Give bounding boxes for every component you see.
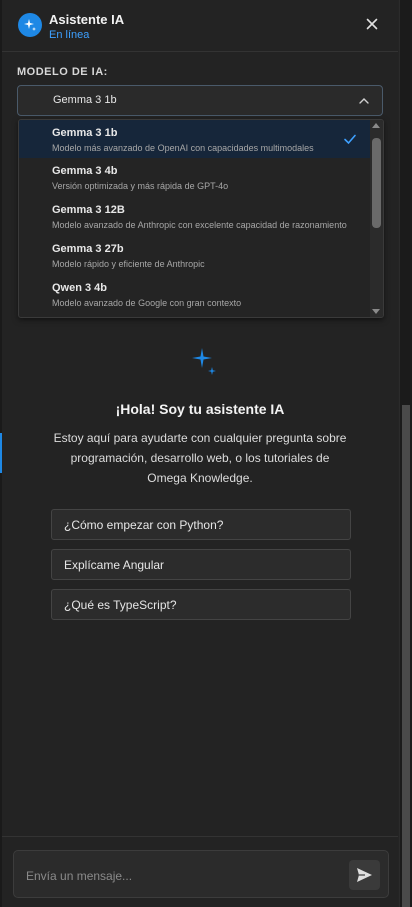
model-option-description: Modelo rápido y eficiente de Anthropic (52, 259, 205, 269)
online-status: En línea (49, 29, 90, 41)
assistant-avatar (18, 13, 42, 37)
sparkle-icon (192, 348, 216, 375)
message-input[interactable] (24, 865, 338, 887)
dropdown-scroll-thumb[interactable] (372, 138, 381, 228)
suggestion-chip[interactable]: ¿Cómo empezar con Python? (51, 509, 351, 540)
dropdown-scrollbar[interactable] (370, 120, 383, 317)
model-option[interactable]: Gemma 3 1b Modelo más avanzado de OpenAI… (19, 120, 371, 158)
suggestion-label: ¿Qué es TypeScript? (64, 598, 177, 612)
chat-panel: Asistente IA En línea MODELO DE IA: Gemm… (2, 0, 398, 907)
model-dropdown: Gemma 3 1b Modelo más avanzado de OpenAI… (18, 119, 384, 318)
message-composer (13, 850, 389, 898)
assistant-title: Asistente IA (49, 12, 125, 27)
model-option-description: Modelo avanzado de Anthropic con excelen… (52, 220, 347, 230)
send-icon (357, 868, 372, 882)
model-select-value: Gemma 3 1b (53, 94, 117, 106)
composer-area (2, 836, 398, 907)
sparkle-icon (24, 19, 36, 31)
model-option-name: Gemma 3 27b (52, 243, 124, 255)
page-scroll-thumb[interactable] (402, 405, 410, 907)
model-option-name: Qwen 3 4b (52, 282, 108, 294)
model-select[interactable]: Gemma 3 1b (17, 85, 383, 116)
suggestion-label: ¿Cómo empezar con Python? (64, 518, 224, 532)
welcome-title: ¡Hola! Soy tu asistente IA (115, 401, 285, 417)
suggestion-chip[interactable]: Explícame Angular (51, 549, 351, 580)
chevron-up-icon (359, 98, 369, 104)
close-button[interactable] (364, 16, 380, 32)
model-label: MODELO DE IA: (17, 66, 108, 78)
suggestion-label: Explícame Angular (64, 558, 165, 572)
scroll-up-arrow-icon[interactable] (372, 123, 380, 128)
model-option-description: Versión optimizada y más rápida de GPT-4… (52, 181, 229, 191)
model-option-name: Gemma 3 1b (52, 127, 118, 139)
send-button[interactable] (349, 860, 380, 890)
model-option[interactable]: Gemma 3 4b Versión optimizada y más rápi… (19, 158, 371, 196)
app-frame: Asistente IA En línea MODELO DE IA: Gemm… (0, 0, 412, 907)
close-icon (366, 18, 378, 30)
welcome-text: Estoy aquí para ayudarte con cualquier p… (53, 431, 347, 485)
model-option-name: Gemma 3 12B (52, 204, 125, 216)
model-option-name: Gemma 3 4b (52, 165, 118, 177)
model-option-description: Modelo avanzado de Google con gran conte… (52, 298, 242, 308)
check-icon (344, 134, 356, 145)
model-option-description: Modelo más avanzado de OpenAI con capaci… (52, 143, 314, 153)
suggestion-chip[interactable]: ¿Qué es TypeScript? (51, 589, 351, 620)
model-option[interactable]: Gemma 3 27b Modelo rápido y eficiente de… (19, 236, 371, 274)
model-option[interactable]: Qwen 3 4b Modelo avanzado de Google con … (19, 275, 371, 313)
model-option[interactable]: Gemma 3 12B Modelo avanzado de Anthropic… (19, 197, 371, 235)
page-scrollbar[interactable] (399, 0, 412, 907)
scroll-down-arrow-icon[interactable] (372, 309, 380, 314)
chat-header: Asistente IA En línea (2, 0, 398, 52)
